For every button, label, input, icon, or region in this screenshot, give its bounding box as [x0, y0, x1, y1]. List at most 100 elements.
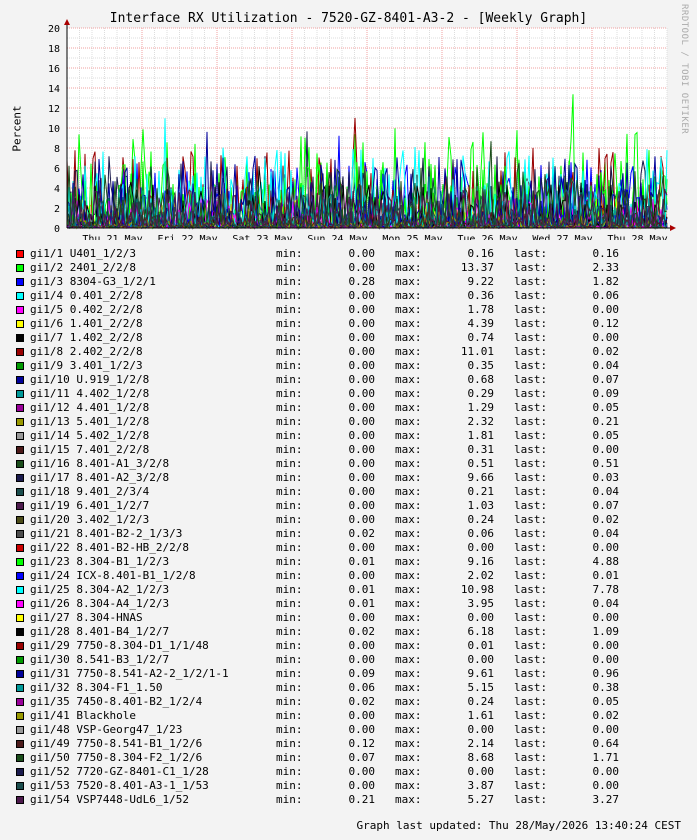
- legend-min-label: min:: [276, 681, 303, 694]
- legend-max-label: max:: [395, 611, 422, 624]
- legend-last-value: 2.33: [592, 261, 620, 274]
- legend-swatch: [16, 264, 24, 272]
- legend-last-label: last:: [514, 303, 548, 316]
- legend-max-label: max:: [395, 667, 422, 680]
- legend-series-name: gi1/9 3.401_1/2/3: [30, 359, 143, 372]
- y-tick-label: 8: [54, 144, 60, 155]
- y-axis-label: Percent: [10, 105, 24, 152]
- legend-swatch: [16, 698, 24, 706]
- legend-min-label: min:: [276, 401, 303, 414]
- legend-series-name: gi1/2 2401_2/2/8: [30, 261, 136, 274]
- legend-max-label: max:: [395, 681, 422, 694]
- legend-max-value: 0.24: [467, 695, 495, 708]
- legend-swatch: [16, 726, 24, 734]
- legend-series-name: gi1/28 8.401-B4_1/2/7: [30, 625, 170, 638]
- legend-swatch: [16, 782, 24, 790]
- legend-swatch: [16, 558, 24, 566]
- legend-last-value: 0.04: [592, 359, 620, 372]
- legend-min-value: 0.09: [348, 667, 376, 680]
- y-tick-label: 18: [48, 44, 60, 55]
- legend-max-label: max:: [395, 471, 422, 484]
- legend-min-value: 0.01: [348, 555, 376, 568]
- legend-min-value: 0.00: [348, 765, 376, 778]
- legend-max-value: 0.00: [467, 541, 495, 554]
- legend-last-value: 1.09: [592, 625, 620, 638]
- legend-min-value: 0.28: [348, 275, 376, 288]
- legend-max-label: max:: [395, 387, 422, 400]
- legend-min-label: min:: [276, 765, 303, 778]
- legend-swatch: [16, 250, 24, 258]
- legend-last-label: last:: [514, 485, 548, 498]
- legend-max-label: max:: [395, 359, 422, 372]
- legend-min-label: min:: [276, 569, 303, 582]
- legend-last-label: last:: [514, 373, 548, 386]
- legend-last-label: last:: [514, 583, 548, 596]
- legend-series-name: gi1/5 0.402_2/2/8: [30, 303, 143, 316]
- legend-max-value: 6.18: [467, 625, 495, 638]
- legend-max-label: max:: [395, 303, 422, 316]
- y-tick-label: 12: [48, 104, 60, 115]
- legend-min-label: min:: [276, 415, 303, 428]
- legend-swatch: [16, 488, 24, 496]
- legend-max-value: 9.22: [467, 275, 495, 288]
- legend-min-label: min:: [276, 527, 303, 540]
- legend-last-value: 0.00: [592, 779, 620, 792]
- legend-last-value: 0.09: [592, 387, 620, 400]
- legend-swatch: [16, 656, 24, 664]
- legend-min-label: min:: [276, 443, 303, 456]
- legend-last-value: 0.04: [592, 485, 620, 498]
- legend-series-name: gi1/31 7750-8.541-A2-2_1/2/1-1: [30, 667, 229, 680]
- legend-last-label: last:: [514, 289, 548, 302]
- legend-last-value: 0.64: [592, 737, 620, 750]
- legend-min-label: min:: [276, 457, 303, 470]
- legend-last-label: last:: [514, 639, 548, 652]
- legend-min-label: min:: [276, 737, 303, 750]
- legend-max-value: 0.74: [467, 331, 495, 344]
- legend-max-label: max:: [395, 317, 422, 330]
- legend-max-label: max:: [395, 485, 422, 498]
- legend-min-value: 0.00: [348, 569, 376, 582]
- legend-max-label: max:: [395, 625, 422, 638]
- legend-min-label: min:: [276, 779, 303, 792]
- legend-last-label: last:: [514, 331, 548, 344]
- y-tick-label: 0: [54, 224, 60, 235]
- legend-min-value: 0.01: [348, 597, 376, 610]
- legend-swatch: [16, 544, 24, 552]
- legend-min-value: 0.00: [348, 261, 376, 274]
- legend-swatch: [16, 516, 24, 524]
- legend-series-name: gi1/13 5.401_1/2/8: [30, 415, 150, 428]
- legend-min-label: min:: [276, 345, 303, 358]
- legend-last-value: 1.71: [592, 751, 620, 764]
- legend-max-label: max:: [395, 555, 422, 568]
- legend-max-value: 0.51: [467, 457, 495, 470]
- legend-series-name: gi1/25 8.304-A2_1/2/3: [30, 583, 170, 596]
- legend-series-name: gi1/50 7750-8.304-F2_1/2/6: [30, 751, 203, 764]
- x-tick-label: Thu 21 May: [82, 234, 142, 240]
- legend-min-label: min:: [276, 499, 303, 512]
- legend-max-value: 0.00: [467, 765, 495, 778]
- last-updated-footer: Graph last updated: Thu 28/May/2026 13:4…: [356, 819, 681, 832]
- legend-last-label: last:: [514, 317, 548, 330]
- legend-max-label: max:: [395, 429, 422, 442]
- legend-swatch: [16, 404, 24, 412]
- legend-min-value: 0.00: [348, 359, 376, 372]
- legend-max-value: 0.06: [467, 527, 495, 540]
- y-tick-label: 6: [54, 164, 60, 175]
- legend-last-value: 0.96: [592, 667, 620, 680]
- legend-min-label: min:: [276, 653, 303, 666]
- legend-swatch: [16, 418, 24, 426]
- legend-last-label: last:: [514, 345, 548, 358]
- legend-last-value: 7.78: [592, 583, 620, 596]
- legend-min-value: 0.00: [348, 471, 376, 484]
- legend-max-value: 2.32: [467, 415, 495, 428]
- legend-min-value: 0.02: [348, 695, 376, 708]
- legend-swatch: [16, 502, 24, 510]
- legend-swatch: [16, 768, 24, 776]
- legend-last-label: last:: [514, 737, 548, 750]
- legend-series-name: gi1/18 9.401_2/3/4: [30, 485, 150, 498]
- legend-min-label: min:: [276, 373, 303, 386]
- legend-max-value: 1.03: [467, 499, 495, 512]
- legend-max-label: max:: [395, 345, 422, 358]
- legend-series-name: gi1/16 8.401-A1_3/2/8: [30, 457, 170, 470]
- legend-max-label: max:: [395, 751, 422, 764]
